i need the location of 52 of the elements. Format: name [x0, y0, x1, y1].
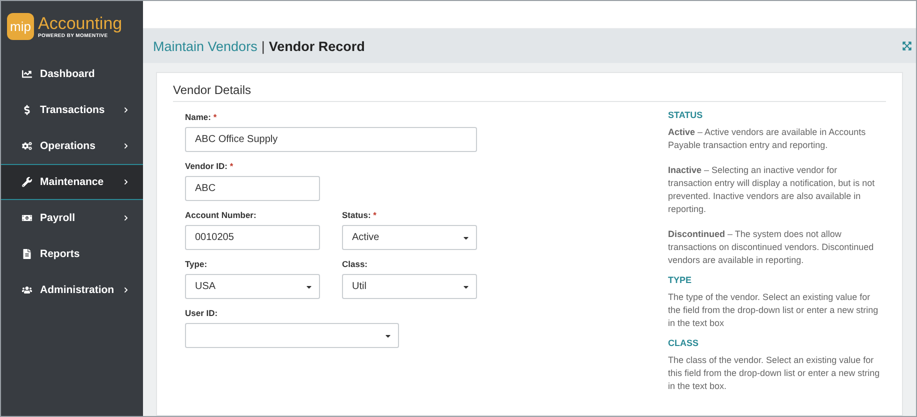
- field-label: Type:: [185, 259, 208, 269]
- sidebar-item[interactable]: Administration: [1, 272, 143, 308]
- sidebar-label: Reports: [40, 248, 81, 260]
- dropdown-field[interactable]: USA: [185, 274, 320, 299]
- field-label: Class:: [342, 259, 369, 269]
- expand-icon[interactable]: [902, 41, 912, 51]
- chevron-icon: [123, 107, 129, 113]
- page-title: Vendor Record: [268, 38, 365, 54]
- card-title: Vendor Details: [173, 83, 886, 102]
- users-icon: [19, 285, 35, 295]
- help-text: The type of the vendor. Select an existing value for the field from the drop-down list or enter a new string in the text box: [668, 291, 880, 330]
- breadcrumb-separator: |: [261, 38, 265, 54]
- sidebar-label: Operations: [40, 140, 96, 152]
- field-label: Vendor ID: *: [185, 161, 234, 171]
- help-text: Discontinued – The system does not allow transactions on discontinued vendors. Discontinued vendors are available in reporting.: [668, 228, 875, 267]
- field-label: Status: *: [342, 210, 378, 220]
- sidebar-label: Maintenance: [40, 176, 105, 188]
- chart-icon: [19, 69, 35, 79]
- sidebar-item[interactable]: Payroll: [1, 200, 143, 236]
- help-text: Inactive – Selecting an inactive vendor for transaction entry will display a notification, but is not prevented. Inactive vendors are also available in reporting.: [668, 164, 876, 216]
- help-text: The class of the vendor. Select an existing value for this field from the drop-down list or enter a new string in the text box.: [668, 354, 881, 393]
- input-field[interactable]: ABC: [185, 176, 320, 201]
- sidebar-label: Payroll: [40, 212, 76, 224]
- help-heading: STATUS: [668, 110, 704, 120]
- wrench-icon: [19, 177, 35, 187]
- logo-title: Accounting: [38, 14, 122, 32]
- sidebar-item[interactable]: Transactions: [1, 92, 143, 128]
- chevron-icon: [123, 179, 129, 185]
- help-heading: TYPE: [668, 275, 693, 285]
- field-label: Account Number:: [185, 210, 258, 220]
- dropdown-field[interactable]: [185, 323, 399, 348]
- chevron-icon: [123, 287, 129, 293]
- sidebar-label: Dashboard: [40, 68, 96, 80]
- input-field[interactable]: ABC Office Supply: [185, 127, 477, 152]
- sidebar-label: Administration: [40, 284, 116, 296]
- chevron-icon: [123, 143, 129, 149]
- banknote-icon: [19, 213, 35, 223]
- field-label: User ID:: [185, 308, 219, 318]
- sidebar-item[interactable]: Operations: [1, 128, 143, 164]
- sidebar-item[interactable]: Maintenance: [1, 164, 143, 200]
- chevron-icon: [123, 215, 129, 221]
- help-heading: CLASS: [668, 338, 700, 348]
- sidebar-item[interactable]: Reports: [1, 236, 143, 272]
- input-field[interactable]: 0010205: [185, 225, 320, 250]
- dropdown-field[interactable]: Util: [342, 274, 477, 299]
- dropdown-field[interactable]: Active: [342, 225, 477, 250]
- logo-badge: mip: [7, 13, 34, 40]
- gears-icon: [19, 141, 35, 151]
- help-text: Active – Active vendors are available in Accounts Payable transaction entry and reporting.: [668, 126, 867, 152]
- field-label: Name: *: [185, 112, 218, 122]
- sidebar-item[interactable]: Dashboard: [1, 56, 143, 92]
- sidebar-label: Transactions: [40, 104, 106, 116]
